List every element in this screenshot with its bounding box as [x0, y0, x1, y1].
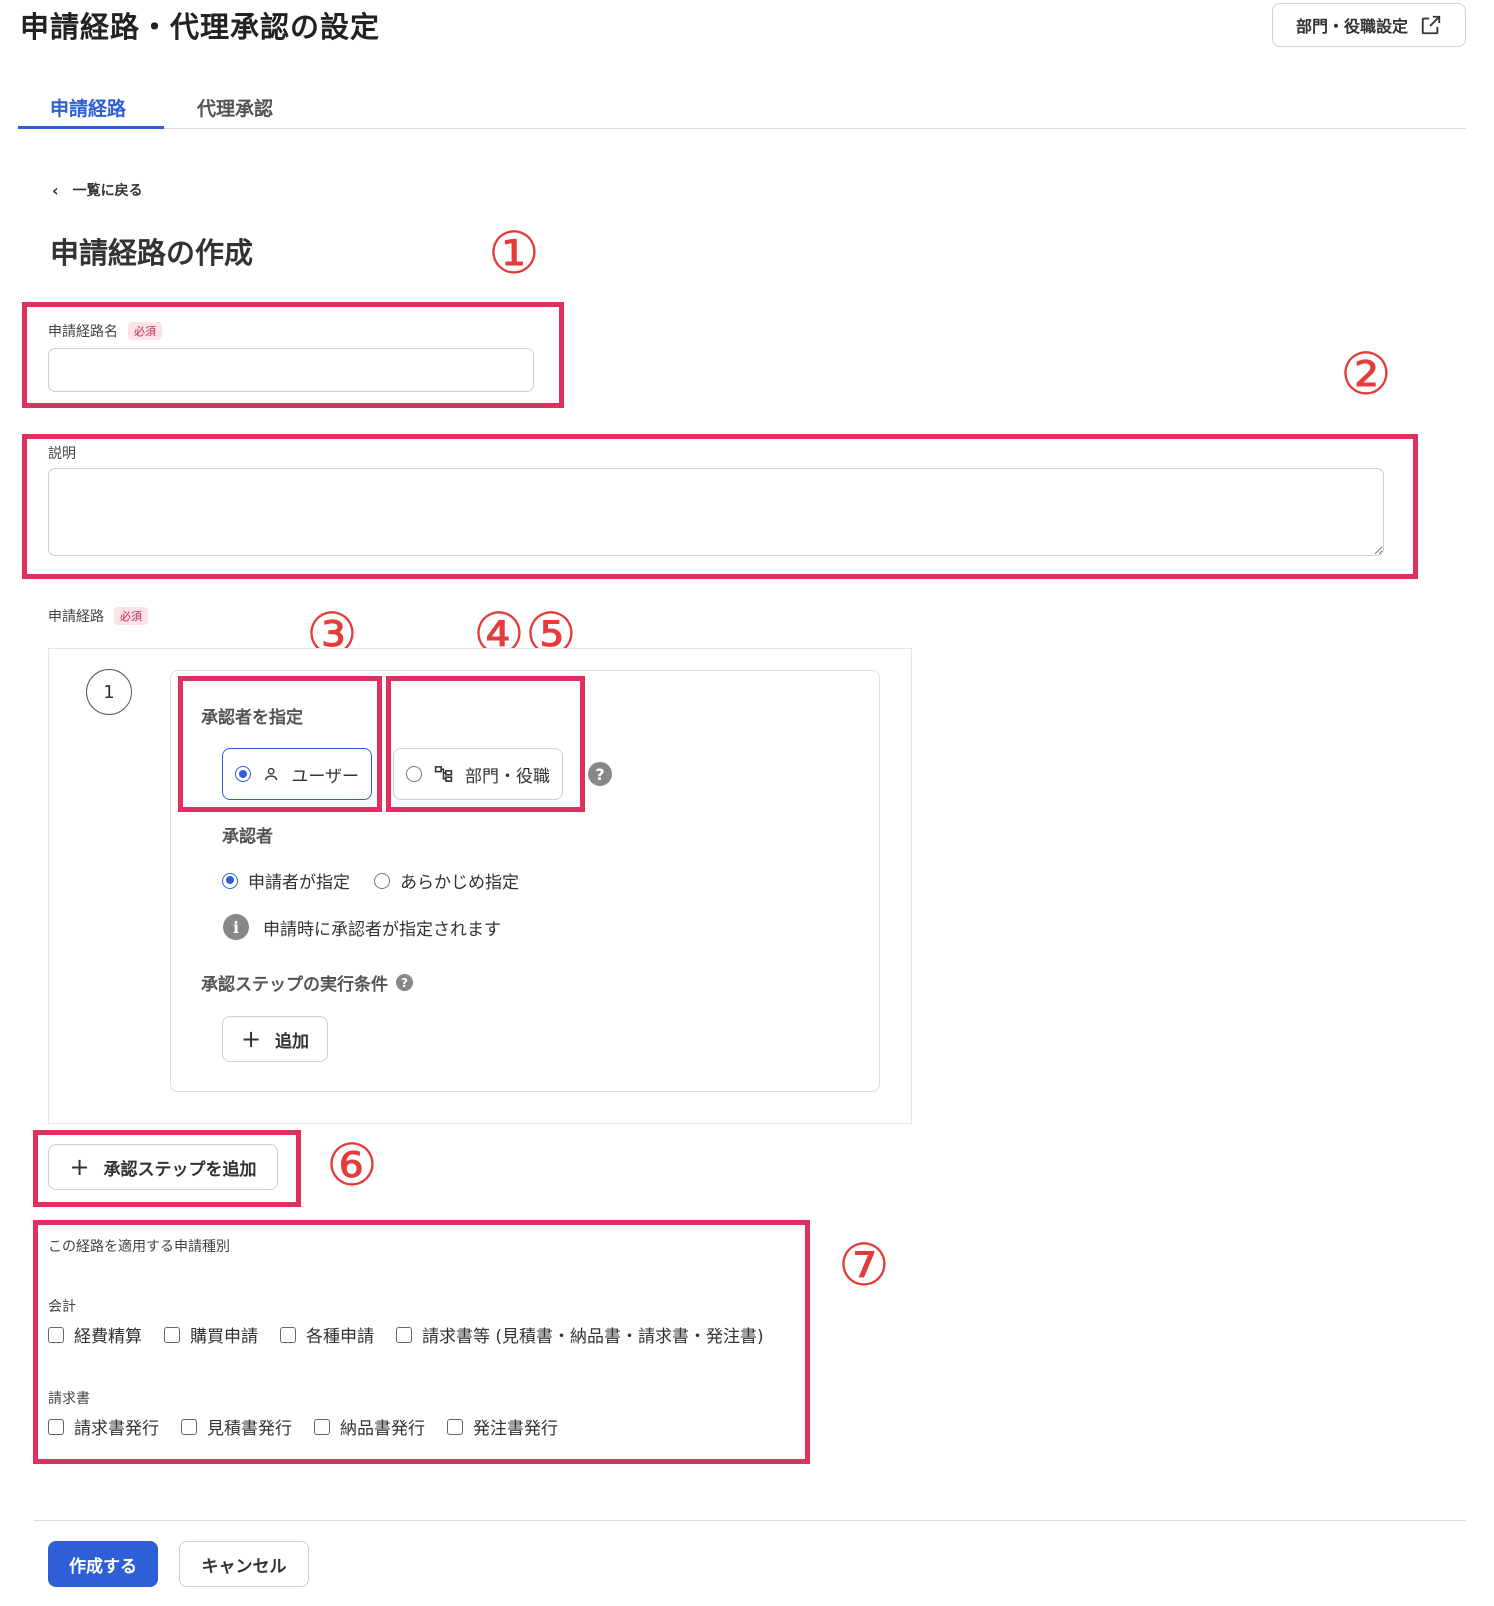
route-label: 申請経路: [48, 609, 104, 625]
checkbox[interactable]: [396, 1326, 412, 1343]
checkbox-label: 見積書発行: [207, 1419, 292, 1439]
footer-divider: [34, 1520, 1466, 1521]
checkbox[interactable]: [48, 1326, 64, 1343]
department-settings-label: 部門・役職設定: [1295, 17, 1408, 36]
route-name-input[interactable]: [48, 348, 534, 392]
radio-unselected: [406, 766, 422, 782]
category-invoice-label: 請求書: [48, 1391, 90, 1407]
checkbox-label: 経費精算: [74, 1327, 142, 1347]
page-title: 申請経路・代理承認の設定: [20, 10, 381, 44]
tabs-divider: [18, 128, 1466, 129]
cancel-button[interactable]: キャンセル: [179, 1541, 309, 1587]
approver-type-user[interactable]: ユーザー: [222, 748, 372, 800]
plus-icon: +: [69, 1153, 90, 1181]
approver-heading: 承認者: [222, 827, 273, 847]
department-settings-button[interactable]: 部門・役職設定: [1272, 3, 1466, 47]
radio-unselected: [374, 872, 390, 889]
checkbox-label: 発注書発行: [473, 1419, 558, 1439]
approver-option-predefined-label: あらかじめ指定: [400, 873, 519, 893]
active-tab-indicator: [18, 126, 164, 129]
checkbox[interactable]: [164, 1326, 180, 1343]
invoice-options: 請求書発行 見積書発行 納品書発行 発注書発行: [48, 1414, 580, 1439]
checkbox[interactable]: [181, 1418, 197, 1435]
condition-heading-row: 承認ステップの実行条件 ?: [201, 970, 413, 995]
radio-selected: [235, 766, 251, 782]
approver-type-heading: 承認者を指定: [201, 708, 303, 728]
checkbox-delivery-issue[interactable]: 納品書発行: [314, 1414, 425, 1439]
approver-info-text: 申請時に承認者が指定されます: [263, 919, 501, 940]
info-icon: i: [223, 914, 249, 940]
category-accounting-label: 会計: [48, 1299, 76, 1315]
step-number: 1: [86, 669, 132, 715]
checkbox-label: 納品書発行: [340, 1419, 425, 1439]
required-badge: 必須: [128, 322, 162, 340]
section-title: 申請経路の作成: [50, 236, 254, 270]
annotation-2: ②: [1340, 340, 1392, 408]
approver-type-user-label: ユーザー: [291, 766, 359, 787]
add-approval-step-button[interactable]: + 承認ステップを追加: [48, 1144, 278, 1190]
add-condition-label: 追加: [275, 1031, 310, 1052]
checkbox-invoice-docs[interactable]: 請求書等 (見積書・納品書・請求書・発注書): [396, 1322, 764, 1347]
approver-type-department[interactable]: 部門・役職: [393, 748, 563, 800]
user-icon: [265, 767, 278, 781]
checkbox-label: 購買申請: [190, 1327, 258, 1347]
checkbox[interactable]: [447, 1418, 463, 1435]
approver-option-applicant[interactable]: 申請者が指定: [222, 868, 350, 893]
checkbox-order-issue[interactable]: 発注書発行: [447, 1414, 558, 1439]
plus-icon: +: [240, 1025, 262, 1053]
radio-selected: [222, 872, 238, 889]
tab-proxy-approval[interactable]: 代理承認: [197, 94, 273, 121]
chevron-left-icon: ‹: [52, 180, 59, 200]
back-to-list-link[interactable]: ‹ 一覧に戻る: [52, 180, 143, 200]
checkbox-label: 請求書等 (見積書・納品書・請求書・発注書): [422, 1327, 764, 1347]
apply-types-heading: この経路を適用する申請種別: [48, 1239, 230, 1255]
checkbox-expense[interactable]: 経費精算: [48, 1322, 142, 1347]
add-condition-button[interactable]: + 追加: [222, 1016, 328, 1062]
description-textarea[interactable]: [48, 468, 1384, 556]
checkbox[interactable]: [314, 1418, 330, 1435]
approver-info: i 申請時に承認者が指定されます: [223, 914, 501, 940]
approver-option-applicant-label: 申請者が指定: [248, 873, 350, 893]
help-icon[interactable]: ?: [588, 762, 612, 786]
checkbox-estimate-issue[interactable]: 見積書発行: [181, 1414, 292, 1439]
add-approval-step-label: 承認ステップを追加: [103, 1159, 257, 1180]
back-to-list-label: 一覧に戻る: [72, 183, 143, 199]
annotation-1: ①: [488, 219, 540, 287]
external-link-icon: [1421, 15, 1441, 35]
route-label-row: 申請経路 必須: [48, 606, 148, 626]
annotation-6: ⑥: [326, 1131, 378, 1199]
description-label: 説明: [48, 446, 76, 462]
create-button[interactable]: 作成する: [48, 1541, 158, 1587]
condition-heading: 承認ステップの実行条件: [201, 975, 388, 995]
route-name-label-row: 申請経路名 必須: [48, 321, 162, 341]
checkbox-misc[interactable]: 各種申請: [280, 1322, 374, 1347]
checkbox-purchase[interactable]: 購買申請: [164, 1322, 258, 1347]
org-chart-icon: [434, 766, 453, 782]
checkbox-invoice-issue[interactable]: 請求書発行: [48, 1414, 159, 1439]
accounting-options: 経費精算 購買申請 各種申請 請求書等 (見積書・納品書・請求書・発注書): [48, 1322, 786, 1347]
help-icon[interactable]: ?: [396, 974, 413, 991]
checkbox[interactable]: [48, 1418, 64, 1435]
required-badge: 必須: [114, 607, 148, 625]
approver-option-predefined[interactable]: あらかじめ指定: [374, 868, 519, 893]
checkbox[interactable]: [280, 1326, 296, 1343]
route-name-label: 申請経路名: [48, 324, 118, 340]
tab-application-route[interactable]: 申請経路: [50, 94, 126, 121]
approver-type-department-label: 部門・役職: [465, 766, 550, 787]
checkbox-label: 請求書発行: [74, 1419, 159, 1439]
checkbox-label: 各種申請: [306, 1327, 374, 1347]
annotation-7: ⑦: [838, 1231, 890, 1299]
